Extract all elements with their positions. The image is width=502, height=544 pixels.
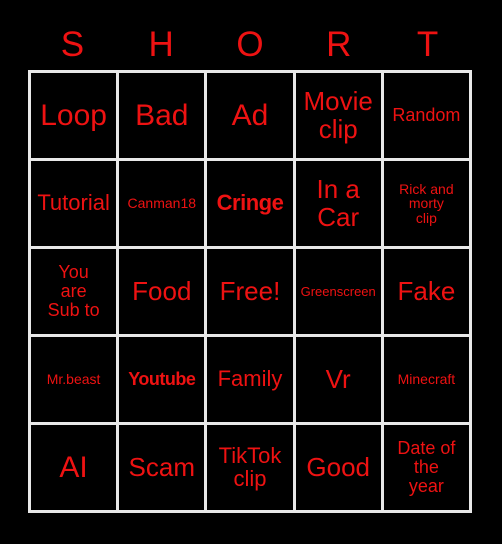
bingo-cell[interactable]: Food	[119, 249, 205, 334]
bingo-header: S H O R T	[28, 22, 472, 67]
bingo-card: S H O R T Loop Bad Ad Movie clip Random …	[0, 0, 502, 544]
bingo-cell[interactable]: Free!	[207, 249, 293, 334]
bingo-cell[interactable]: Minecraft	[383, 337, 469, 422]
bingo-cell[interactable]: TikTok clip	[207, 425, 293, 510]
bingo-cell[interactable]: Family	[207, 337, 293, 422]
bingo-cell[interactable]: Tutorial	[31, 161, 117, 246]
bingo-cell[interactable]: Movie clip	[295, 73, 381, 158]
bingo-cell[interactable]: In a Car	[295, 161, 381, 246]
bingo-cell[interactable]: Greenscreen	[295, 249, 381, 334]
bingo-cell[interactable]: AI	[31, 425, 117, 510]
bingo-cell[interactable]: Canman18	[119, 161, 205, 246]
header-letter-0: S	[60, 25, 85, 64]
header-letter-1: H	[148, 25, 174, 64]
bingo-cell[interactable]: You are Sub to	[31, 249, 117, 334]
bingo-cell[interactable]: Vr	[295, 337, 381, 422]
bingo-cell[interactable]: Youtube	[119, 337, 205, 422]
bingo-cell[interactable]: Fake	[383, 249, 469, 334]
bingo-cell[interactable]: Ad	[207, 73, 293, 158]
bingo-cell[interactable]: Bad	[119, 73, 205, 158]
bingo-cell[interactable]: Rick and morty clip	[383, 161, 469, 246]
header-letter-3: R	[326, 25, 352, 64]
header-letter-4: T	[416, 25, 439, 64]
bingo-cell[interactable]: Mr.beast	[31, 337, 117, 422]
header-letter-2: O	[236, 25, 264, 64]
bingo-grid: Loop Bad Ad Movie clip Random Tutorial C…	[28, 70, 472, 513]
bingo-cell[interactable]: Date of the year	[383, 425, 469, 510]
bingo-cell[interactable]: Cringe	[207, 161, 293, 246]
bingo-cell[interactable]: Random	[383, 73, 469, 158]
bingo-cell[interactable]: Loop	[31, 73, 117, 158]
bingo-cell[interactable]: Scam	[119, 425, 205, 510]
bingo-cell[interactable]: Good	[295, 425, 381, 510]
